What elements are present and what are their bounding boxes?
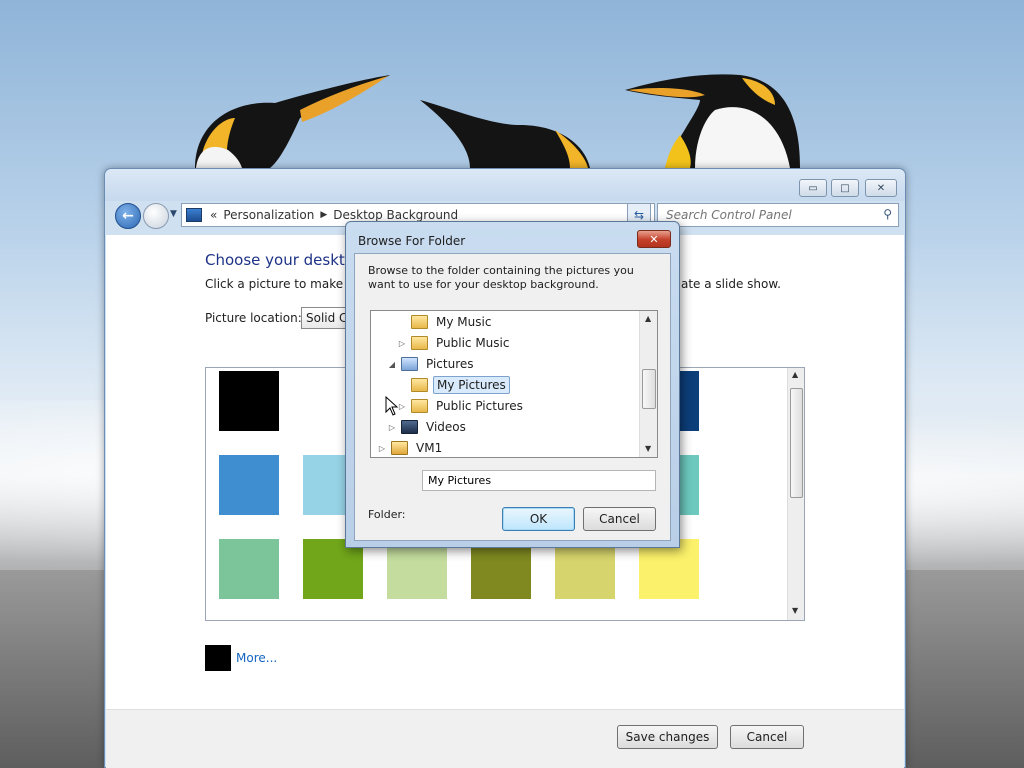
color-swatch[interactable] [471,539,531,599]
browse-for-folder-dialog: Browse For Folder ✕ Browse to the folder… [345,221,680,548]
tree-expander-icon[interactable]: ▷ [387,423,397,432]
scroll-up-icon[interactable]: ▲ [645,314,651,323]
tree-expander-icon[interactable]: ▷ [377,444,387,453]
picture-location-label: Picture location: [205,311,302,325]
tree-item-pictures[interactable]: ◢ Pictures [387,354,477,374]
breadcrumb-personalization[interactable]: Personalization [223,208,314,222]
scroll-up-icon[interactable]: ▲ [792,370,798,379]
back-arrow-icon: ← [122,208,134,224]
folder-icon [411,378,428,392]
tree-item-public-music[interactable]: ▷ Public Music [397,333,512,353]
refresh-icon: ⇆ [633,208,645,222]
history-dropdown-icon[interactable]: ▼ [170,209,177,219]
minimize-button[interactable]: ▭ [799,179,827,197]
instruction-text-continued: ate a slide show. [681,277,781,291]
folder-tree: My Music ▷ Public Music ◢ Pictures My Pi… [370,310,658,458]
scroll-down-icon[interactable]: ▼ [645,444,651,453]
dialog-cancel-button[interactable]: Cancel [583,507,656,531]
dialog-close-button[interactable]: ✕ [637,230,671,248]
tree-expander-icon[interactable]: ▷ [397,339,407,348]
tree-item-label: Public Pictures [436,399,523,413]
dialog-body: Browse to the folder containing the pict… [354,253,671,541]
tree-item-label: Pictures [426,357,474,371]
save-changes-button[interactable]: Save changes [617,725,718,749]
folder-tree-scrollbar[interactable]: ▲ ▼ [639,311,657,457]
videos-library-icon [401,420,418,434]
window-titlebar[interactable] [105,169,905,201]
pictures-library-icon [401,357,418,371]
breadcrumb-separator-icon[interactable]: ▶ [320,210,327,220]
search-input[interactable] [664,207,878,223]
folder-field[interactable] [422,470,656,491]
dialog-instructions: Browse to the folder containing the pict… [368,264,634,291]
color-swatch[interactable] [303,539,363,599]
color-swatch[interactable] [387,539,447,599]
more-color-swatch[interactable] [205,645,231,671]
color-swatch[interactable] [219,539,279,599]
tree-item-label: My Pictures [433,376,510,394]
tree-item-my-music[interactable]: My Music [397,312,494,332]
user-folder-icon [391,441,408,455]
scrollbar-thumb[interactable] [790,388,803,498]
forward-button[interactable] [143,203,169,229]
maximize-button[interactable]: □ [831,179,859,197]
control-panel-icon [186,208,202,222]
cancel-button[interactable]: Cancel [730,725,804,749]
folder-icon [411,315,428,329]
folder-icon [411,399,428,413]
more-colors-link[interactable]: More... [236,651,277,665]
close-window-button[interactable]: ✕ [865,179,897,197]
wallpaper-penguins [195,74,800,168]
color-swatch[interactable] [219,371,279,431]
breadcrumb-desktop-background[interactable]: Desktop Background [333,208,458,222]
tree-item-my-pictures[interactable]: My Pictures [397,375,510,395]
tree-item-public-pictures[interactable]: ▷ Public Pictures [397,396,526,416]
ok-button[interactable]: OK [502,507,575,531]
back-button[interactable]: ← [115,203,141,229]
search-icon[interactable]: ⚲ [883,207,892,221]
window-footer: Save changes Cancel [106,709,904,768]
tree-collapse-icon[interactable]: ◢ [387,360,397,369]
page-title: Choose your desktop [205,251,364,269]
breadcrumb-overflow-icon[interactable]: « [210,208,217,222]
tree-item-videos[interactable]: ▷ Videos [387,417,469,437]
color-swatch[interactable] [219,455,279,515]
tree-item-label: Public Music [436,336,510,350]
tree-item-label: VM1 [416,441,443,455]
folder-field-label: Folder: [368,508,406,521]
instruction-text: Click a picture to make it y [205,277,366,291]
mouse-pointer-icon [385,396,399,416]
color-swatch[interactable] [555,539,615,599]
scroll-down-icon[interactable]: ▼ [792,606,798,615]
tree-item-vm1[interactable]: ▷ VM1 [377,438,445,457]
picture-grid-scrollbar[interactable]: ▲ ▼ [787,368,804,620]
folder-icon [411,336,428,350]
scrollbar-thumb[interactable] [642,369,656,409]
color-swatch[interactable] [639,539,699,599]
tree-item-label: My Music [436,315,492,329]
dialog-title: Browse For Folder [358,234,466,248]
tree-item-label: Videos [426,420,466,434]
search-box[interactable]: ⚲ [657,203,899,227]
